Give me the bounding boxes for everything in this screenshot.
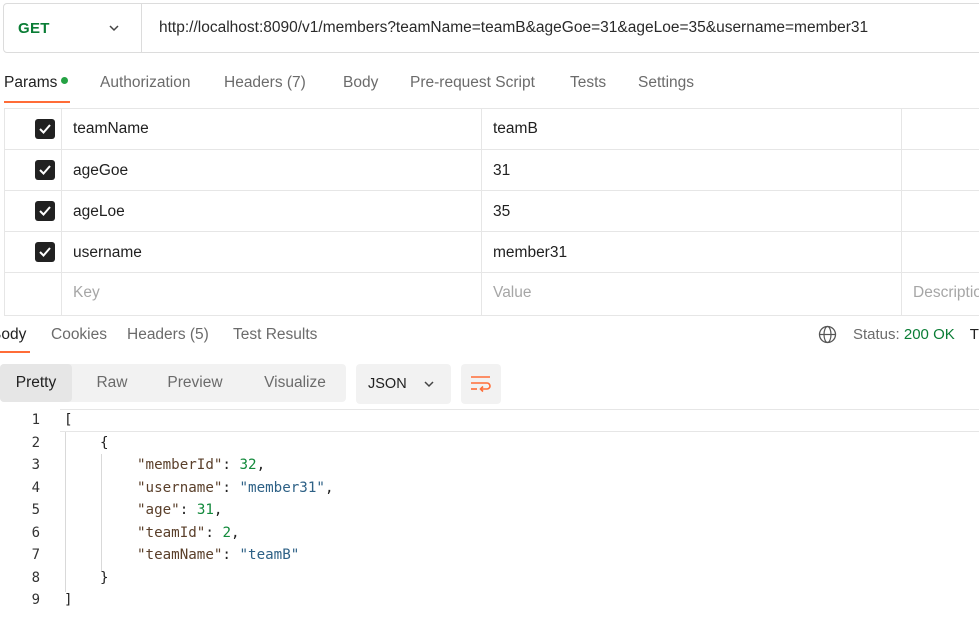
param-key[interactable]: username [73,244,142,262]
view-mode-switcher: Pretty Raw Preview Visualize [0,364,346,402]
json-key: "age" [137,502,180,518]
response-body-code: 1 2 3 4 5 6 7 8 9 [ { "memberId": 32, "u… [0,410,979,618]
status-text: Status: [853,326,900,343]
checkmark-icon [39,247,51,257]
url-input[interactable]: http://localhost:8090/v1/members?teamNam… [159,19,868,37]
param-row: ageGoe 31 [5,150,979,191]
code-close-brace: } [100,570,109,586]
code-open-brace: { [100,435,109,451]
line-number: 7 [31,547,40,563]
json-key: "teamName" [137,547,223,563]
param-key[interactable]: teamName [73,120,149,138]
chevron-down-icon [109,25,119,32]
code-line: "teamName": "teamB" [137,547,300,563]
method-label: GET [18,20,50,37]
json-number: 2 [222,525,231,541]
response-tab-body[interactable]: Body [0,326,26,344]
response-tab-test-results[interactable]: Test Results [233,326,317,344]
tab-params-label: Params [4,74,58,91]
chevron-down-icon [424,381,434,388]
time-label-truncated: Ti [969,326,979,343]
code-line: "memberId": 32, [137,457,266,473]
line-number: 6 [31,525,40,541]
line-number: 3 [31,457,40,473]
response-tab-underline [0,351,30,353]
tab-params[interactable]: Params [4,74,69,92]
tab-authorization[interactable]: Authorization [100,74,190,92]
code-open-bracket: [ [64,412,73,428]
param-key[interactable]: ageGoe [73,162,128,180]
json-key: "username" [137,480,223,496]
json-key: "teamId" [137,525,206,541]
view-pretty-button[interactable]: Pretty [0,364,72,402]
wrap-lines-icon [471,376,491,393]
tab-settings[interactable]: Settings [638,74,694,92]
code-line: "username": "member31", [137,480,334,496]
method-select[interactable]: GET [4,4,142,52]
param-value[interactable]: 31 [493,162,510,180]
tab-active-underline [4,101,70,103]
json-key: "memberId" [137,457,223,473]
checkmark-icon [39,206,51,216]
param-row-new: Key Value Description [5,273,979,314]
response-tab-headers[interactable]: Headers (5) [127,326,209,344]
view-raw-button[interactable]: Raw [82,364,142,402]
json-string: "teamB" [239,547,300,563]
wrap-lines-button[interactable] [461,364,501,404]
checkmark-icon [39,165,51,175]
tab-tests[interactable]: Tests [570,74,606,92]
json-number: 32 [239,457,257,473]
param-row: ageLoe 35 [5,191,979,232]
json-string: "member31" [239,480,325,496]
params-active-dot [61,77,69,85]
param-row: username member31 [5,232,979,273]
tab-body[interactable]: Body [343,74,378,92]
indent-guide [101,454,102,571]
param-value[interactable]: teamB [493,120,538,138]
line-number: 5 [31,502,40,518]
param-row: teamName teamB [5,109,979,150]
line-number: 2 [31,435,40,451]
status-code: 200 OK [903,326,955,343]
param-description-input[interactable]: Description [913,284,979,302]
response-tab-cookies[interactable]: Cookies [51,326,107,344]
status-label: Status: 200 OK Ti [853,326,979,343]
param-value[interactable]: 35 [493,203,510,221]
params-table: teamName teamB ageGoe 31 ageLoe 35 usern… [4,108,979,316]
line-number: 9 [31,592,40,608]
param-key[interactable]: ageLoe [73,203,125,221]
request-bar: GET http://localhost:8090/v1/members?tea… [3,3,979,53]
checkmark-icon [39,124,51,134]
tab-prerequest-script[interactable]: Pre-request Script [410,74,535,92]
globe-icon[interactable] [818,325,837,344]
view-visualize-button[interactable]: Visualize [254,364,336,402]
format-label: JSON [368,376,407,392]
param-checkbox[interactable] [35,160,55,180]
tab-headers[interactable]: Headers (7) [224,74,306,92]
param-value[interactable]: member31 [493,244,567,262]
param-key-input[interactable]: Key [73,284,100,302]
line-number: 8 [31,570,40,586]
param-checkbox[interactable] [35,119,55,139]
format-select[interactable]: JSON [356,364,451,404]
json-number: 31 [196,502,214,518]
param-value-input[interactable]: Value [493,284,532,302]
line-number: 4 [31,480,40,496]
param-checkbox[interactable] [35,242,55,262]
code-line: "age": 31, [137,502,223,518]
code-line: "teamId": 2, [137,525,240,541]
view-preview-button[interactable]: Preview [158,364,232,402]
indent-guide [65,432,66,592]
code-close-bracket: ] [64,592,73,608]
param-checkbox[interactable] [35,201,55,221]
line-number: 1 [31,412,40,428]
